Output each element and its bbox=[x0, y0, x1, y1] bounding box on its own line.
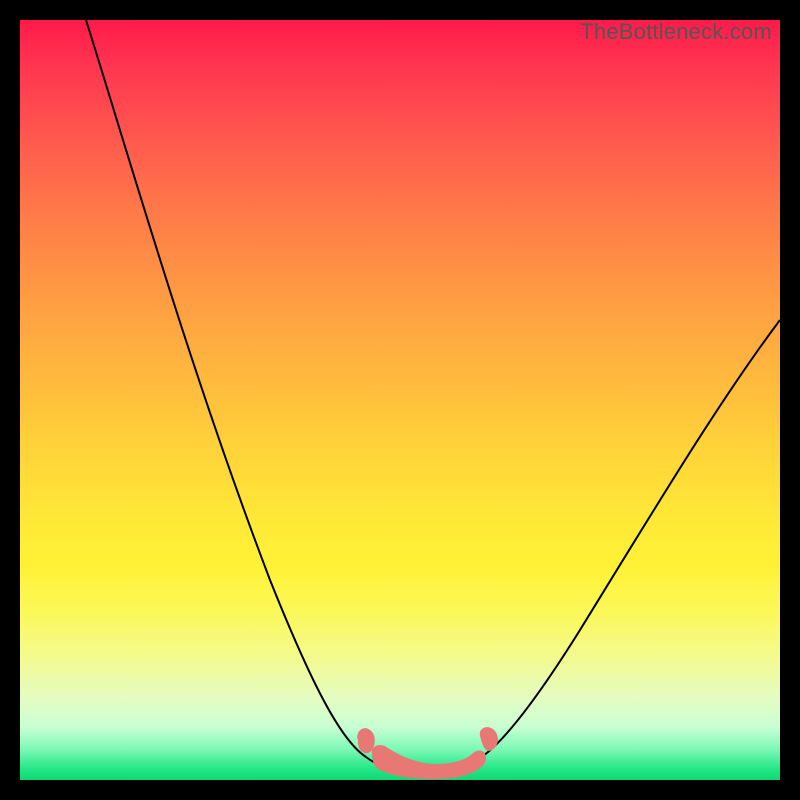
trough-marker-left bbox=[357, 728, 374, 753]
curve-right-branch bbox=[480, 320, 780, 758]
chart-area bbox=[20, 20, 780, 780]
curve-left-branch bbox=[86, 20, 366, 757]
trough-marker-center bbox=[372, 745, 486, 779]
trough-marker-right bbox=[480, 727, 498, 751]
bottleneck-curve bbox=[20, 20, 780, 780]
attribution-label: TheBottleneck.com bbox=[580, 19, 772, 45]
